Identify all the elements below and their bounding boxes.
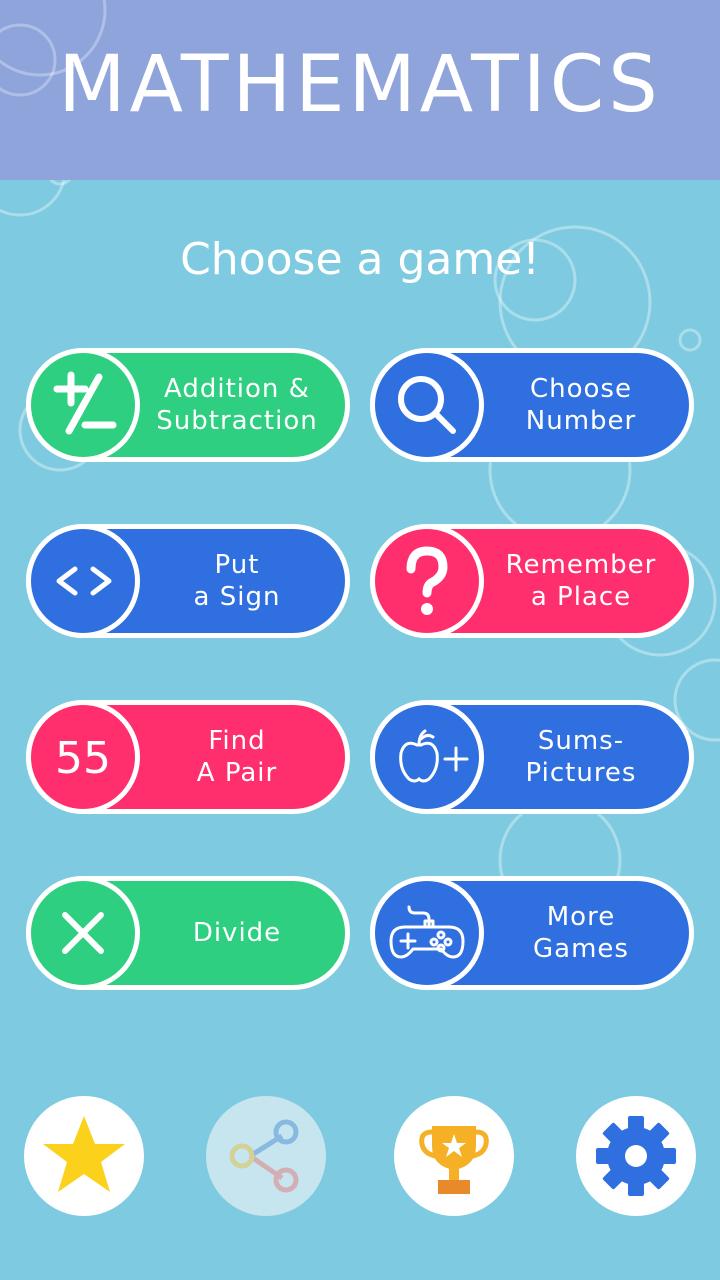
remember-a-place-button[interactable]: Remember a Place xyxy=(370,524,694,638)
background-bubbles xyxy=(0,0,720,922)
game-label: Sums- Pictures xyxy=(525,726,637,788)
magnifier-icon xyxy=(370,348,484,462)
app-title: MATHEMATICS xyxy=(58,40,662,130)
game-label: Choose Number xyxy=(525,374,637,436)
gamepad-icon xyxy=(370,876,484,990)
settings-button[interactable] xyxy=(576,1096,696,1216)
x-mark-icon xyxy=(26,876,140,990)
trophy-icon xyxy=(419,1126,489,1194)
put-a-sign-button[interactable]: Put a Sign xyxy=(26,524,350,638)
share-icon xyxy=(229,1119,299,1193)
number-55-icon: 55 xyxy=(26,700,140,814)
game-label: Divide xyxy=(192,918,282,948)
gear-icon xyxy=(596,1116,676,1196)
svg-text:55: 55 xyxy=(55,733,111,784)
favorites-button[interactable] xyxy=(24,1096,144,1216)
game-label: Put a Sign xyxy=(193,550,281,612)
choose-number-button[interactable]: Choose Number xyxy=(370,348,694,462)
question-mark-icon xyxy=(370,524,484,638)
plus-minus-icon xyxy=(26,348,140,462)
divide-button[interactable]: Divide xyxy=(26,876,350,990)
addition-subtraction-button[interactable]: Addition & Subtraction xyxy=(26,348,350,462)
game-label: Find A Pair xyxy=(196,726,278,788)
star-icon xyxy=(43,1116,125,1192)
game-label: More Games xyxy=(533,902,629,964)
share-button[interactable] xyxy=(206,1096,326,1216)
angle-brackets-icon xyxy=(26,524,140,638)
achievements-button[interactable] xyxy=(394,1096,514,1216)
game-label: Remember a Place xyxy=(505,550,657,612)
sums-pictures-button[interactable]: Sums- Pictures xyxy=(370,700,694,814)
find-a-pair-button[interactable]: 55 Find A Pair xyxy=(26,700,350,814)
apple-plus-icon xyxy=(370,700,484,814)
choose-game-heading: Choose a game! xyxy=(180,234,540,285)
game-label: Addition & Subtraction xyxy=(156,374,318,436)
more-games-button[interactable]: More Games xyxy=(370,876,694,990)
header-bar: MATHEMATICS xyxy=(0,0,720,180)
